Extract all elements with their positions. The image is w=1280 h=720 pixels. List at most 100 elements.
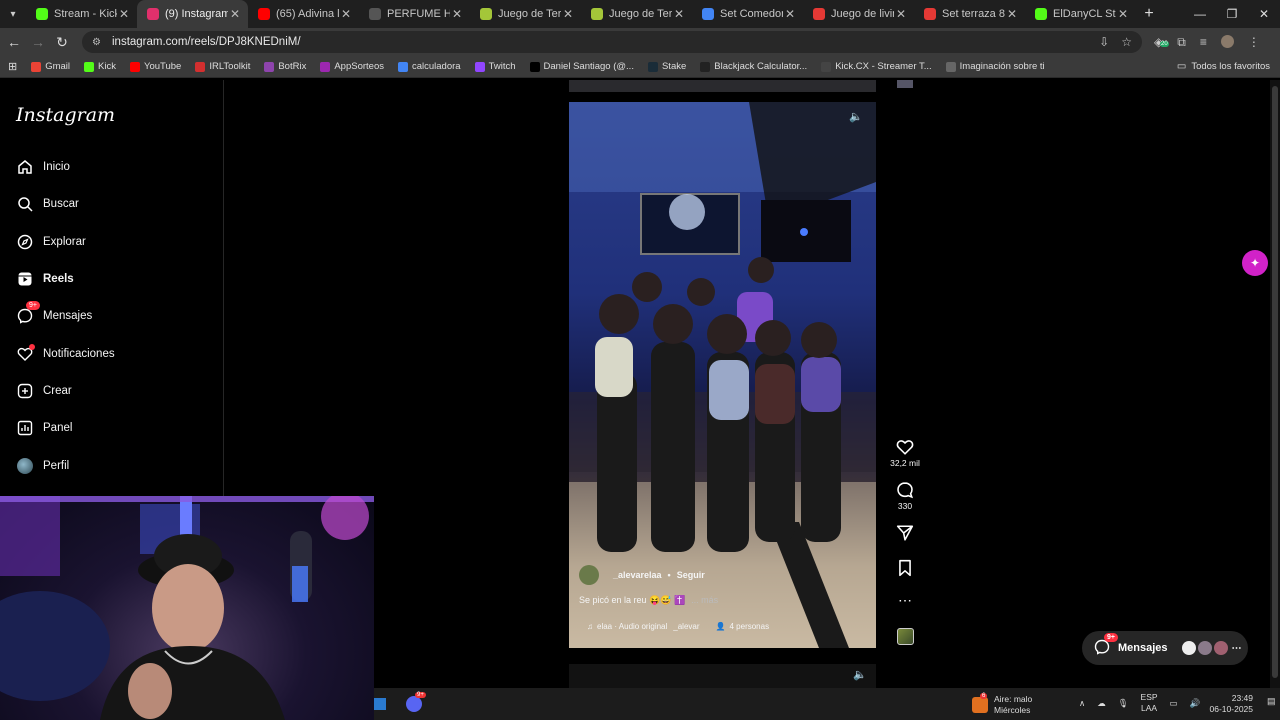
follow-button[interactable]: Seguir bbox=[677, 570, 705, 580]
nav-label-profile: Perfil bbox=[43, 460, 70, 472]
tab-close-icon[interactable]: ✕ bbox=[1116, 7, 1130, 21]
new-tab-button[interactable]: + bbox=[1136, 5, 1162, 23]
bookmark-item[interactable]: Imaginación sobre ti bbox=[945, 61, 1045, 72]
language-indicator[interactable]: ESP LAA bbox=[1141, 692, 1158, 714]
bookmark-item[interactable]: Kick.CX - Streamer T... bbox=[821, 61, 932, 72]
nav-item-home[interactable]: Inicio bbox=[16, 156, 70, 178]
audio-label[interactable]: elaa · Audio original bbox=[597, 622, 667, 631]
nav-item-profile[interactable]: Perfil bbox=[16, 455, 69, 477]
more-options-icon[interactable]: ⋯ bbox=[886, 592, 924, 609]
profile-avatar[interactable] bbox=[1220, 34, 1234, 48]
nav-item-explore[interactable]: Explorar bbox=[16, 231, 86, 253]
bookmark-item[interactable]: Kick bbox=[84, 61, 116, 72]
browser-tab[interactable]: (9) Instagram ✕ bbox=[137, 0, 248, 28]
microphone-icon[interactable]: 🎙 bbox=[1118, 698, 1129, 709]
notification-center-icon[interactable]: ▤ bbox=[1267, 696, 1276, 707]
author-avatar[interactable] bbox=[579, 565, 599, 585]
taskbar-clock[interactable]: 23:49 06-10-2025 bbox=[1207, 693, 1253, 715]
tray-chevron-icon[interactable]: ∧ bbox=[1079, 698, 1085, 709]
volume-icon[interactable]: 🔊 bbox=[1190, 698, 1201, 709]
reload-button[interactable]: ↻ bbox=[50, 34, 74, 51]
weather-widget[interactable]: 6 Aire: malo Miércoles bbox=[972, 693, 1032, 716]
comment-icon[interactable] bbox=[896, 481, 914, 499]
tagged-people[interactable]: 4 personas bbox=[730, 622, 770, 631]
display-icon[interactable]: ▭ bbox=[1170, 698, 1178, 709]
all-bookmarks-button[interactable]: ▭ Todos los favoritos bbox=[1177, 61, 1270, 72]
address-bar[interactable]: ⚙ instagram.com/reels/DPJ8KNEDniM/ ⇩ ☆ bbox=[82, 31, 1142, 53]
reel-video[interactable]: 🔈 _alevarelaa • Seguir Se picó en la reu… bbox=[569, 102, 876, 648]
instagram-logo[interactable]: Instagram bbox=[16, 104, 115, 126]
reel-username[interactable]: _alevarelaa bbox=[613, 570, 662, 580]
bookmark-item[interactable]: Stake bbox=[647, 61, 686, 72]
browser-menu-icon[interactable]: ⋮ bbox=[1248, 35, 1260, 50]
bookmark-item[interactable]: Daniel Santiago (@... bbox=[529, 61, 634, 72]
audio-user[interactable]: _alevar bbox=[673, 622, 699, 631]
windows-start-icon[interactable] bbox=[374, 698, 386, 710]
tab-close-icon[interactable]: ✕ bbox=[1005, 7, 1019, 21]
extensions-puzzle-icon[interactable]: ⧉ bbox=[1177, 35, 1186, 50]
tab-close-icon[interactable]: ✕ bbox=[561, 7, 575, 21]
floating-extension-icon[interactable]: ✦ bbox=[1242, 250, 1268, 276]
browser-tab[interactable]: Juego de Terraza✕ bbox=[581, 0, 692, 28]
tab-close-icon[interactable]: ✕ bbox=[450, 7, 464, 21]
audio-thumbnail[interactable] bbox=[886, 628, 924, 647]
onedrive-icon[interactable]: ☁ bbox=[1097, 698, 1106, 709]
scrollbar-thumb[interactable] bbox=[1272, 86, 1278, 678]
share-action[interactable] bbox=[886, 524, 924, 544]
back-button[interactable]: ← bbox=[2, 34, 26, 50]
bookmark-item[interactable]: YouTube bbox=[129, 61, 181, 72]
browser-tab[interactable]: Stream - Kick Da✕ bbox=[26, 0, 137, 28]
like-heart-icon[interactable] bbox=[896, 438, 914, 456]
discord-icon[interactable]: 9+ bbox=[406, 692, 426, 712]
site-info-icon[interactable]: ⚙ bbox=[92, 37, 106, 48]
browser-tab[interactable]: Set Comedor Oce✕ bbox=[692, 0, 803, 28]
install-app-icon[interactable]: ⇩ bbox=[1099, 35, 1109, 49]
page-scrollbar[interactable] bbox=[1270, 80, 1280, 688]
bookmark-item[interactable]: calculadora bbox=[397, 61, 461, 72]
browser-tab[interactable]: PERFUME HOMB✕ bbox=[359, 0, 470, 28]
nav-item-notifications[interactable]: Notificaciones bbox=[16, 343, 115, 365]
tab-close-icon[interactable]: ✕ bbox=[117, 7, 131, 21]
nav-item-dashboard[interactable]: Panel bbox=[16, 417, 72, 439]
apps-grid-icon[interactable]: ⊞ bbox=[8, 60, 17, 73]
browser-tab[interactable]: Juego de Terraza✕ bbox=[470, 0, 581, 28]
next-reel-mute-icon[interactable]: 🔈 bbox=[853, 668, 867, 681]
nav-item-create[interactable]: Crear bbox=[16, 380, 72, 402]
bookmark-favicon-icon bbox=[945, 61, 956, 72]
messages-floating-button[interactable]: 9+ Mensajes ⋯ bbox=[1082, 631, 1248, 665]
browser-tab[interactable]: Juego de living co✕ bbox=[803, 0, 914, 28]
tab-close-icon[interactable]: ✕ bbox=[228, 7, 242, 21]
tab-close-icon[interactable]: ✕ bbox=[783, 7, 797, 21]
mute-icon[interactable]: 🔈 bbox=[849, 110, 863, 123]
bookmark-item[interactable]: Blackjack Calculator... bbox=[700, 61, 807, 72]
close-window-button[interactable]: ✕ bbox=[1248, 7, 1280, 21]
browser-tab[interactable]: (65) Adivina la Ca✕ bbox=[248, 0, 359, 28]
comment-action[interactable]: 330 bbox=[886, 481, 924, 511]
bookmark-star-icon[interactable]: ☆ bbox=[1121, 35, 1132, 49]
bookmark-item[interactable]: IRLToolkit bbox=[195, 61, 250, 72]
browser-tab[interactable]: Set terraza 8 pers✕ bbox=[914, 0, 1025, 28]
send-icon[interactable] bbox=[896, 524, 914, 542]
bookmark-item[interactable]: Gmail bbox=[31, 61, 70, 72]
like-action[interactable]: 32,2 mil bbox=[886, 438, 924, 468]
nav-item-reels[interactable]: Reels bbox=[16, 268, 74, 290]
previous-reel-audio-thumb[interactable] bbox=[886, 80, 924, 90]
tab-close-icon[interactable]: ✕ bbox=[672, 7, 686, 21]
bookmark-item[interactable]: Twitch bbox=[474, 61, 516, 72]
bookmark-icon[interactable] bbox=[896, 559, 914, 577]
tab-close-icon[interactable]: ✕ bbox=[339, 7, 353, 21]
minimize-button[interactable]: — bbox=[1184, 7, 1216, 21]
media-controls-icon[interactable]: ≡ bbox=[1200, 35, 1207, 50]
bookmark-item[interactable]: BotRix bbox=[264, 61, 306, 72]
restore-button[interactable]: ❐ bbox=[1216, 7, 1248, 21]
forward-button[interactable]: → bbox=[26, 34, 50, 50]
save-action[interactable] bbox=[886, 559, 924, 579]
extension-icon[interactable]: ◈ 20 bbox=[1154, 35, 1169, 50]
caption-more-link[interactable]: ... más bbox=[691, 595, 718, 606]
tab-close-icon[interactable]: ✕ bbox=[894, 7, 908, 21]
browser-tab[interactable]: ElDanyCL Stream✕ bbox=[1025, 0, 1136, 28]
bookmark-item[interactable]: AppSorteos bbox=[320, 61, 384, 72]
tab-search-button[interactable]: ▾ bbox=[0, 9, 26, 20]
nav-item-messages[interactable]: 9+ Mensajes bbox=[16, 300, 92, 327]
nav-item-search[interactable]: Buscar bbox=[16, 193, 79, 215]
